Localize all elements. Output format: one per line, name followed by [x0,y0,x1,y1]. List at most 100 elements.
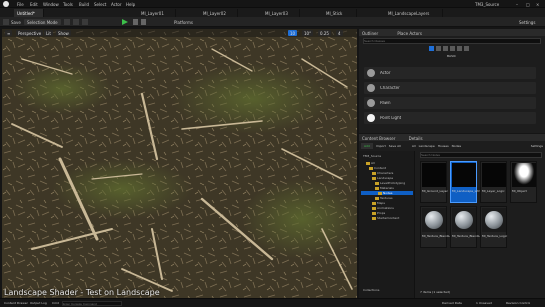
search-nodes-input[interactable] [420,152,542,158]
output-log-button[interactable]: Output Log [30,302,47,305]
search-classes-input[interactable] [363,38,541,44]
folder-icon [372,216,376,220]
tab-place-actors[interactable]: Place Actors [397,31,422,36]
save-all-button[interactable]: Save All [389,144,401,148]
lit-button[interactable]: Lit [44,30,53,36]
folder-tree-item[interactable]: Textures [375,196,393,200]
folder-tree-item[interactable]: StarterContent [372,216,399,220]
actor-icon [367,69,375,77]
items-count: 7 items (1 selected) [420,291,451,294]
perspective-button[interactable]: Perspective [16,30,44,36]
revision-control-button[interactable]: Revision Control [506,302,530,305]
content-drawer-button[interactable]: Content Drawer [4,302,28,305]
play-icon[interactable] [122,19,128,25]
shapes-category-icon[interactable] [443,46,448,51]
place-item-actor[interactable]: Actor [364,67,536,79]
menu-window[interactable]: Window [43,2,59,7]
save-icon[interactable] [3,19,9,25]
menu-edit[interactable]: Edit [30,2,38,7]
menu-help[interactable]: Help [126,2,135,7]
platforms-button[interactable]: Platforms [174,19,193,25]
lights-category-icon[interactable] [436,46,441,51]
content-browser: Content Browser Details Add Import Save … [359,134,545,298]
tab-outliner[interactable]: Outliner [362,31,378,36]
asset-tile[interactable]: MI_Texture_BlendLogic [420,206,456,248]
folder-tree-root[interactable]: TM3_Source [363,154,381,158]
collections-header[interactable]: Collections [363,288,379,292]
folder-tree-item[interactable]: Maps [372,201,385,205]
maximize-button[interactable]: □ [526,2,530,7]
tab-content-browser[interactable]: Content Browser [362,136,395,141]
breadcrumb-all[interactable]: All [412,144,416,148]
level-viewport[interactable]: ≡ Perspective Lit Show 10 10° 0.25 4 Lan… [2,29,357,298]
viewport-options-button[interactable]: ≡ [5,30,13,36]
settings-button[interactable]: Settings [519,19,535,25]
scale-snap-chip[interactable]: 0.25 [318,30,331,36]
asset-tile[interactable]: MI_Texture_Logic [480,206,507,248]
save-button[interactable]: Save [11,19,21,25]
menu-file[interactable]: File [17,2,24,7]
content-toolbar: Add Import Save All All Landscape Houses… [361,142,543,149]
menu-select[interactable]: Select [94,2,106,7]
place-item-character[interactable]: Character [364,82,536,94]
folder-tree-item[interactable]: Landscape [372,176,393,180]
tab-mi-layer01[interactable]: MI_Layer01 [138,9,176,17]
place-item-point-light[interactable]: Point Light [364,112,536,124]
basic-category-icon[interactable] [429,46,434,51]
folder-tree-item-selected[interactable]: Nodes [361,191,413,195]
menu-bar: File Edit Window Tools Build Select Acto… [0,0,545,8]
tab-mi-stick[interactable]: MI_Stick [323,9,357,17]
folder-tree-item[interactable]: Props [372,211,385,215]
tab-untitled[interactable]: Untitled* [14,9,44,17]
tab-mi-landscapelayers[interactable]: MI_LandscapeLayers [385,9,443,17]
add-button[interactable]: Add [361,142,373,149]
tab-mi-layer03[interactable]: MI_Layer03 [262,9,300,17]
minimize-button[interactable]: – [516,2,518,7]
menu-build[interactable]: Build [79,2,89,7]
grid-snap-chip[interactable]: 10 [288,30,298,36]
folder-icon [375,186,379,190]
volumes-category-icon[interactable] [457,46,462,51]
selection-mode-button[interactable]: Selection Mode [24,19,61,25]
asset-tile-selected[interactable]: MI_Landscape_LAYER [450,161,484,203]
all-classes-category-icon[interactable] [464,46,469,51]
tab-mi-layer02[interactable]: MI_Layer02 [200,9,238,17]
category-icon-bar [429,46,489,52]
stop-icon[interactable] [141,19,146,25]
breadcrumb-nodes[interactable]: Nodes [452,144,461,148]
tab-details[interactable]: Details [409,136,423,141]
close-button[interactable]: × [536,2,539,7]
asset-tile[interactable]: MI_Ground_Layer [420,161,448,203]
asset-tile[interactable]: MI_Texture_BlendLogic_Blended [450,206,500,248]
camera-speed-chip[interactable]: 4 [336,30,343,36]
folder-tree-item[interactable]: Materials [375,186,394,190]
content-browser-tabs: Content Browser Details [359,134,545,141]
content-settings-button[interactable]: Settings [531,144,543,148]
unreal-logo[interactable] [3,1,9,7]
blueprint-icon[interactable] [73,19,79,25]
sequence-icon[interactable] [82,19,88,25]
menu-tools[interactable]: Tools [63,2,73,7]
menu-actor[interactable]: Actor [111,2,122,7]
import-button[interactable]: Import [376,144,386,148]
asset-tile[interactable]: MI_Object [510,161,537,203]
folder-tree-item[interactable]: LevelPrototyping [375,181,405,185]
cmd-dropdown[interactable]: Cmd [52,302,59,305]
breadcrumb-landscape[interactable]: Landscape [419,144,435,148]
folder-icon [372,206,376,210]
unsaved-indicator[interactable]: 1 Unsaved [476,302,492,305]
derived-data-button[interactable]: Derived Data [442,302,462,305]
breadcrumb-houses[interactable]: Houses [438,144,449,148]
visual-category-icon[interactable] [450,46,455,51]
rotation-snap-chip[interactable]: 10° [302,30,314,36]
folder-tree-item[interactable]: Characters [372,171,393,175]
step-icon[interactable] [133,19,138,25]
folder-tree-item[interactable]: Content [369,166,386,170]
content-icon[interactable] [64,19,70,25]
show-button[interactable]: Show [56,30,71,36]
folder-tree-item[interactable]: Animations [372,206,394,210]
folder-tree-item[interactable]: All [366,161,375,165]
place-item-pawn[interactable]: Pawn [364,97,536,109]
asset-tile[interactable]: MI_Layer_Logic [480,161,507,203]
console-input[interactable] [62,301,122,306]
